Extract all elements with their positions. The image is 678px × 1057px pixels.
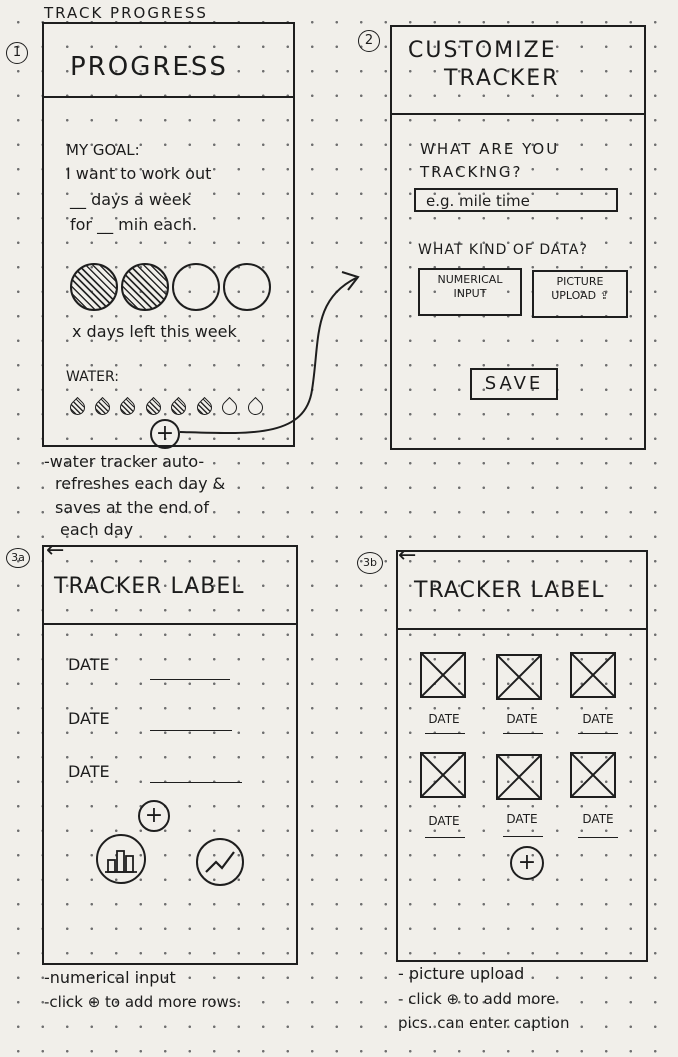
workout-day-done[interactable] xyxy=(121,263,169,311)
caption-line[interactable] xyxy=(425,733,465,734)
water-note-2: refreshes each day & xyxy=(55,474,226,493)
line-chart-icon[interactable] xyxy=(196,838,244,886)
picture-note-2: - click ⊕ to add more xyxy=(398,990,556,1008)
numerical-note-1: -numerical input xyxy=(44,968,176,987)
caption-line[interactable] xyxy=(503,836,543,837)
option-label: INPUT xyxy=(453,287,487,300)
goal-line-2: I want to work out xyxy=(66,164,212,183)
question-tracking-line-2: TRACKING? xyxy=(420,163,523,181)
row-value-line[interactable] xyxy=(150,782,242,783)
row-date-label: DATE xyxy=(68,709,110,728)
tracking-input-placeholder: e.g. mile time xyxy=(426,192,530,210)
picture-placeholder[interactable] xyxy=(496,754,542,800)
add-picture-button[interactable]: + xyxy=(510,846,544,880)
caption-line[interactable] xyxy=(578,837,618,838)
save-button[interactable]: SAVE xyxy=(470,368,558,400)
picture-note-3: pics. can enter caption xyxy=(398,1014,570,1032)
row-value-line[interactable] xyxy=(150,679,230,680)
workout-day-done[interactable] xyxy=(70,263,118,311)
screen-number-2: 2 xyxy=(358,30,380,52)
picture-placeholder[interactable] xyxy=(420,652,466,698)
picture-placeholder[interactable] xyxy=(570,652,616,698)
customize-title-line-1: CUSTOMIZE xyxy=(408,38,557,63)
picture-caption: DATE xyxy=(428,712,460,726)
page-title: TRACK PROGRESS xyxy=(44,4,208,22)
caption-line[interactable] xyxy=(578,733,618,734)
picture-upload-option[interactable]: PICTURE UPLOAD ⇪ xyxy=(532,270,628,318)
workout-day-empty[interactable] xyxy=(172,263,220,311)
option-label: NUMERICAL xyxy=(437,273,503,286)
numerical-note-2: -click ⊕ to add more rows. xyxy=(44,993,242,1011)
progress-title: PROGRESS xyxy=(70,52,228,82)
add-water-button[interactable]: + xyxy=(150,419,180,449)
row-date-label: DATE xyxy=(68,762,110,781)
option-label: UPLOAD ⇪ xyxy=(551,289,609,302)
tracking-input[interactable]: e.g. mile time xyxy=(414,188,618,212)
screen-number-1: 1 xyxy=(6,42,28,64)
caption-line[interactable] xyxy=(425,837,465,838)
caption-line[interactable] xyxy=(503,733,543,734)
picture-caption: DATE xyxy=(428,814,460,828)
picture-caption: DATE xyxy=(582,712,614,726)
customize-title-line-2: TRACKER xyxy=(444,66,560,91)
tracker-label-title: TRACKER LABEL xyxy=(414,578,605,603)
picture-note-1: - picture upload xyxy=(398,964,525,983)
option-label: PICTURE xyxy=(556,275,604,288)
add-row-button[interactable]: + xyxy=(138,800,170,832)
tracker-label-title: TRACKER LABEL xyxy=(54,574,245,599)
picture-placeholder[interactable] xyxy=(420,752,466,798)
goal-line-3: __ days a week xyxy=(70,190,191,209)
workout-day-empty[interactable] xyxy=(223,263,271,311)
goal-line-1: MY GOAL: xyxy=(66,141,140,159)
picture-placeholder[interactable] xyxy=(570,752,616,798)
numerical-input-option[interactable]: NUMERICAL INPUT xyxy=(418,268,522,316)
picture-placeholder[interactable] xyxy=(496,654,542,700)
picture-caption: DATE xyxy=(506,812,538,826)
days-left-text: x days left this week xyxy=(72,322,237,341)
screen-number-3b: 3b xyxy=(357,552,383,574)
water-note-1: -water tracker auto- xyxy=(44,452,205,471)
screen-number-3a: 3a xyxy=(6,548,30,568)
goal-line-4: for __ min each. xyxy=(70,215,198,234)
picture-caption: DATE xyxy=(582,812,614,826)
water-note-3: saves at the end of xyxy=(55,498,210,517)
question-data-kind: WHAT KIND OF DATA? xyxy=(418,242,588,258)
question-tracking-line-1: WHAT ARE YOU xyxy=(420,140,560,158)
row-date-label: DATE xyxy=(68,655,110,674)
water-note-4: each day xyxy=(60,520,134,539)
screen-numerical-tracker xyxy=(42,545,298,965)
row-value-line[interactable] xyxy=(150,730,232,731)
water-label: WATER: xyxy=(66,369,119,385)
bar-chart-icon[interactable] xyxy=(96,834,146,884)
picture-caption: DATE xyxy=(506,712,538,726)
